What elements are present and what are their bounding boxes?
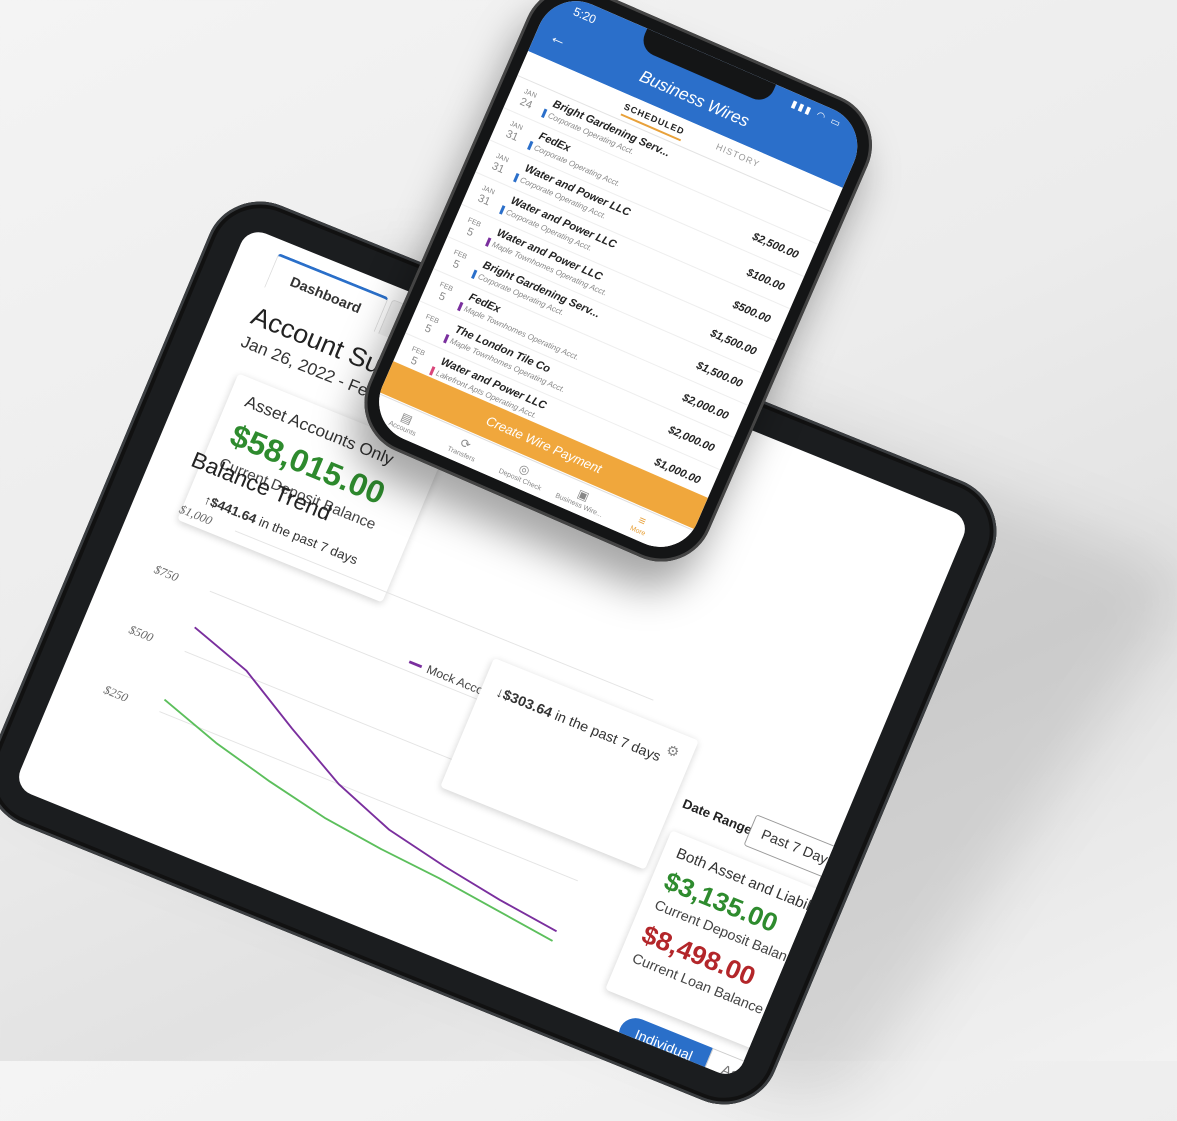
status-icons: ▮▮▮ ◠ ▭ [789,98,844,131]
wire-date: JAN 31 [499,117,528,146]
wire-day: 5 [422,322,434,336]
date-range-value: Past 7 Days [758,826,837,871]
wire-date: FEB 5 [457,213,486,242]
status-time: 5:20 [571,4,599,27]
wire-date: JAN 24 [513,85,542,114]
wire-date: FEB 5 [415,310,444,339]
wire-day: 5 [408,354,420,369]
wire-day: 5 [450,257,462,272]
y-tick-label: $1,000 [177,502,214,528]
wire-date: FEB 5 [429,278,458,307]
gear-icon[interactable]: ⚙ [664,741,682,761]
y-tick-label: $250 [102,683,130,705]
y-tick-label: $750 [152,562,180,584]
wire-amount: $100.00 [744,266,787,294]
y-tick-label: $500 [127,622,155,644]
date-range-label: Date Range [680,795,755,838]
wire-day: 5 [464,225,476,240]
legend-marker [408,660,423,669]
wire-date: FEB 5 [443,246,472,275]
wire-day: 5 [436,290,448,304]
wire-date: JAN 31 [485,149,514,178]
second-change-value: $303.64 [500,686,555,722]
wire-date: JAN 31 [471,181,500,210]
wire-amount: $500.00 [730,298,773,326]
